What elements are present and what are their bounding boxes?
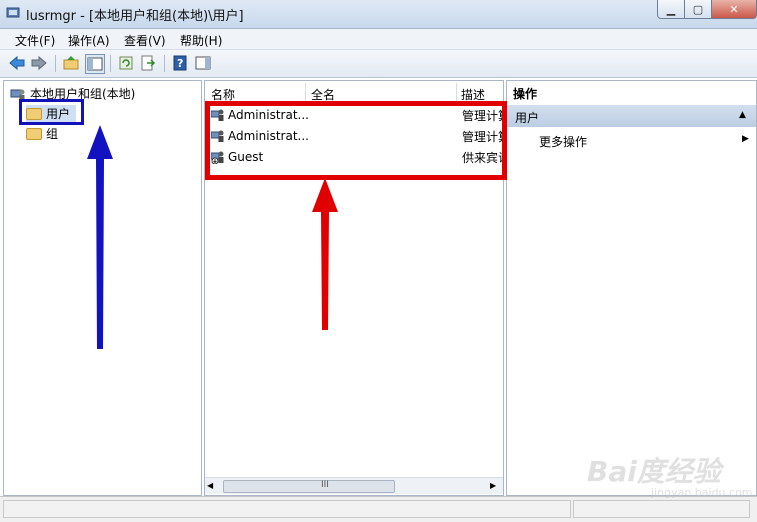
close-button[interactable]: ✕ — [711, 0, 757, 19]
up-level-button[interactable] — [62, 54, 80, 72]
minimize-icon: ▁ — [666, 2, 676, 16]
annotation-red-arrow — [312, 178, 338, 330]
menu-action[interactable]: 操作(A) — [68, 32, 110, 49]
svg-text:?: ? — [177, 57, 183, 70]
help-button[interactable]: ? — [171, 54, 189, 72]
tree-groups-label: 组 — [46, 127, 59, 141]
title-bar[interactable]: lusrmgr - [本地用户和组(本地)\用户] ▁ ▢ ✕ — [0, 0, 757, 29]
actions-section-header[interactable]: 用户 ▲ — [507, 105, 756, 127]
up-folder-icon — [63, 56, 79, 70]
scroll-left-icon[interactable]: ◀ — [207, 481, 213, 490]
more-actions-item[interactable]: 更多操作 — [539, 133, 587, 150]
menu-view[interactable]: 查看(V) — [124, 32, 166, 49]
folder-icon — [26, 127, 42, 140]
watermark-text: Bai度经验 — [587, 455, 721, 488]
back-arrow-icon — [9, 55, 25, 71]
annotation-blue-arrow — [87, 125, 113, 349]
forward-arrow-icon — [31, 55, 47, 71]
watermark-url: jingyan.baidu.com — [651, 486, 753, 499]
refresh-button[interactable] — [117, 54, 135, 72]
show-hide-tree-button[interactable] — [85, 54, 105, 74]
column-divider[interactable] — [305, 83, 306, 103]
baidu-watermark: Bai度经验 jingyan.baidu.com — [583, 446, 753, 506]
window-title: lusrmgr - [本地用户和组(本地)\用户] — [26, 9, 244, 24]
menu-file[interactable]: 文件(F) — [15, 32, 55, 49]
toolbar-separator — [164, 55, 165, 72]
column-divider[interactable] — [456, 83, 457, 103]
actions-title: 操作 — [513, 87, 538, 101]
refresh-icon — [119, 56, 133, 70]
actions-section-label: 用户 — [515, 111, 540, 125]
horizontal-scrollbar[interactable]: ◀ III ▶ — [205, 477, 503, 494]
scroll-right-icon[interactable]: ▶ — [490, 481, 496, 490]
toolbar-separator — [55, 55, 56, 72]
annotation-red-box — [205, 101, 507, 180]
collapse-up-icon[interactable]: ▲ — [739, 110, 746, 120]
tree-item-groups[interactable]: 组 — [26, 125, 58, 142]
show-action-pane-button[interactable] — [194, 54, 212, 72]
menu-help[interactable]: 帮助(H) — [180, 32, 222, 49]
export-list-icon — [141, 55, 156, 71]
forward-button[interactable] — [30, 54, 48, 72]
show-action-pane-icon — [195, 56, 211, 70]
close-icon: ✕ — [729, 2, 739, 16]
actions-pane: 操作 用户 ▲ 更多操作 ▶ — [506, 80, 757, 496]
menu-bar: 文件(F) 操作(A) 查看(V) 帮助(H) — [0, 29, 757, 50]
back-button[interactable] — [8, 54, 26, 72]
submenu-arrow-icon: ▶ — [742, 134, 749, 144]
maximize-button[interactable]: ▢ — [684, 0, 712, 19]
status-cell — [3, 500, 571, 518]
show-hide-tree-icon — [87, 57, 103, 71]
app-icon — [6, 7, 20, 18]
export-list-button[interactable] — [139, 54, 157, 72]
minimize-button[interactable]: ▁ — [657, 0, 685, 19]
scrollbar-grip: III — [321, 480, 329, 490]
help-icon: ? — [173, 55, 187, 71]
toolbar: ? — [0, 50, 757, 78]
scrollbar-thumb[interactable]: III — [223, 480, 395, 493]
annotation-blue-box — [19, 99, 84, 125]
maximize-icon: ▢ — [692, 2, 704, 16]
toolbar-separator — [110, 55, 111, 72]
